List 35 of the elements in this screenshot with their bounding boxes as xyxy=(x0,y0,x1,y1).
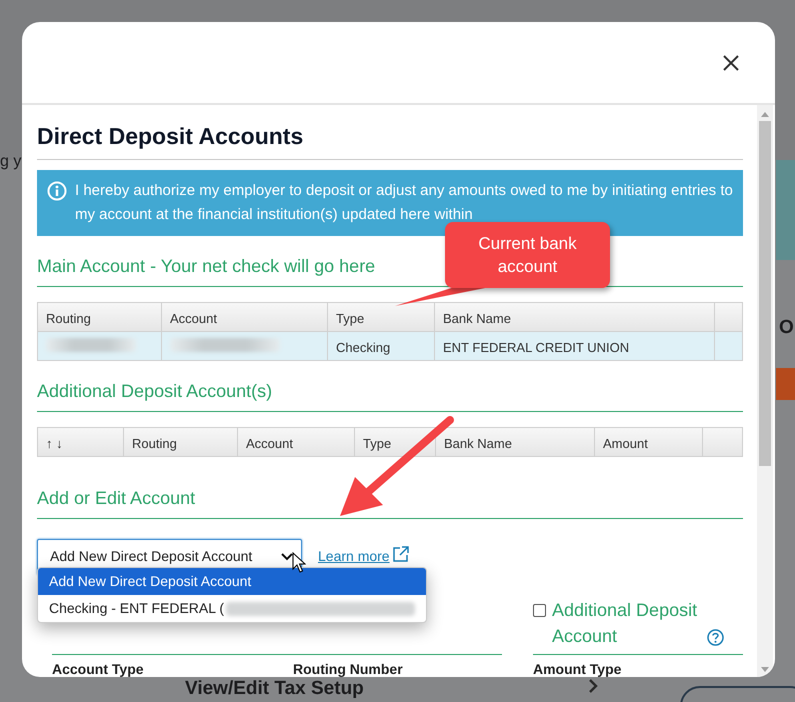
background-heading: View/Edit Tax Setup xyxy=(185,677,364,701)
close-icon[interactable] xyxy=(723,54,739,70)
modal-title: Direct Deposit Accounts xyxy=(37,123,743,160)
field-label: Routing Number xyxy=(293,660,404,677)
column-header: Routing xyxy=(124,428,238,456)
learn-more-link[interactable]: Learn more xyxy=(318,546,409,567)
background-text: g y xyxy=(0,152,22,172)
info-icon xyxy=(47,180,67,201)
column-header: Bank Name xyxy=(435,302,715,331)
scroll-down-icon[interactable] xyxy=(761,667,769,673)
scroll-up-icon[interactable] xyxy=(761,111,769,117)
column-header: Account xyxy=(238,428,355,456)
section-heading: Additional Deposit Account(s) xyxy=(37,378,743,412)
column-header: Amount xyxy=(595,428,703,456)
dropdown-option[interactable]: Add New Direct Deposit Account xyxy=(38,568,426,595)
table-cell: Checking xyxy=(328,330,435,360)
notice-text: I hereby authorize my employer to deposit or adjust any amounts owed to me by initiating entries to my account at the financial institution(s) updated here within xyxy=(75,180,733,225)
chevron-right-icon xyxy=(588,678,598,694)
scrollbar[interactable] xyxy=(757,105,773,677)
column-header: Bank Name xyxy=(436,428,595,456)
help-icon[interactable] xyxy=(707,628,724,646)
external-link-icon xyxy=(392,546,409,562)
table-cell: ENT FEDERAL CREDIT UNION xyxy=(435,330,715,360)
checkbox-label: Additional Deposit Account xyxy=(552,598,698,648)
background-heading: O xyxy=(779,316,794,340)
checkbox[interactable] xyxy=(533,604,546,617)
column-header: Account xyxy=(162,302,328,331)
column-header[interactable]: ↑ ↓ xyxy=(38,428,124,456)
field-label: Account Type xyxy=(52,660,145,677)
column-header: Type xyxy=(328,302,435,331)
caret-icon xyxy=(281,552,293,561)
background-badge xyxy=(776,368,795,400)
field-label: Amount Type xyxy=(533,660,622,677)
column-header: Routing xyxy=(38,302,162,331)
dropdown-option[interactable]: Checking - ENT FEDERAL ( xyxy=(38,595,426,622)
